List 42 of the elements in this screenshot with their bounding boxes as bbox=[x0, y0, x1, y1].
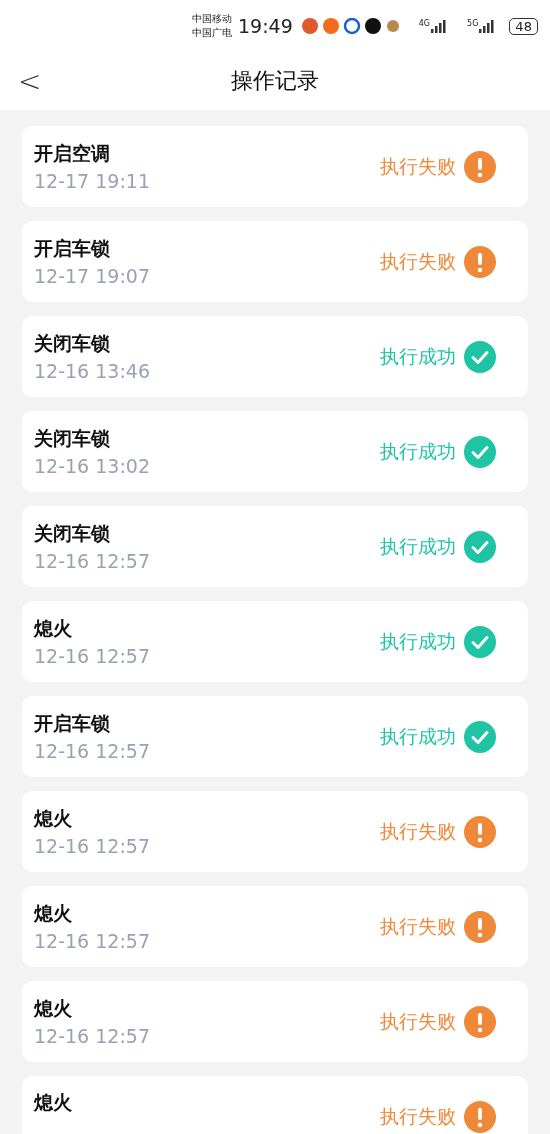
record-time: 12-16 12:57 bbox=[34, 550, 150, 572]
result-text: 执行失败 bbox=[380, 248, 456, 274]
result-text: 执行失败 bbox=[380, 1008, 456, 1034]
network-label: 5G bbox=[467, 19, 479, 28]
action-name: 关闭车锁 bbox=[34, 331, 111, 356]
carrier-name: 中国广电 bbox=[192, 26, 232, 40]
record-time: 12-16 13:02 bbox=[34, 455, 150, 477]
record-time: 12-17 19:07 bbox=[34, 265, 150, 287]
record-time: 12-16 12:57 bbox=[34, 1025, 150, 1047]
action-name: 熄火 bbox=[34, 616, 73, 641]
battery-level: 48 bbox=[509, 17, 538, 35]
signal-icon bbox=[479, 19, 496, 33]
network-label: 4G bbox=[418, 19, 431, 28]
action-name: 熄火 bbox=[34, 806, 73, 831]
action-name: 熄火 bbox=[34, 1089, 72, 1115]
action-name: 熄火 bbox=[34, 901, 73, 926]
page-title: 操作记录 bbox=[231, 67, 319, 95]
result-text: 执行失败 bbox=[380, 153, 456, 179]
record-time: 12-16 12:57 bbox=[34, 740, 150, 762]
result-text: 执行成功 bbox=[380, 343, 456, 369]
action-name: 关闭车锁 bbox=[34, 426, 111, 451]
result-text: 执行失败 bbox=[380, 913, 456, 939]
action-name: 开启车锁 bbox=[34, 711, 111, 736]
record-time: 12-17 19:11 bbox=[34, 170, 150, 192]
signal-icon bbox=[431, 19, 448, 33]
action-name: 关闭车锁 bbox=[34, 521, 111, 546]
action-name: 熄火 bbox=[34, 996, 73, 1021]
result-text: 执行失败 bbox=[380, 1103, 456, 1129]
action-name: 开启车锁 bbox=[34, 236, 111, 261]
carrier-name: 中国移动 bbox=[192, 12, 232, 26]
result-text: 执行成功 bbox=[380, 533, 456, 559]
record-time: 12-16 12:57 bbox=[34, 645, 150, 667]
action-name: 开启空调 bbox=[34, 141, 111, 166]
result-text: 执行成功 bbox=[380, 438, 456, 464]
result-text: 执行失败 bbox=[380, 818, 456, 844]
record-time: 12-16 12:57 bbox=[34, 930, 150, 952]
back-button[interactable]: < bbox=[18, 64, 42, 98]
record-time: 12-16 13:46 bbox=[34, 360, 150, 382]
record-time: 12-16 12:57 bbox=[34, 835, 150, 857]
result-text: 执行成功 bbox=[380, 723, 456, 749]
result-text: 执行成功 bbox=[380, 628, 456, 654]
clock-time: 19:49 bbox=[238, 15, 293, 37]
